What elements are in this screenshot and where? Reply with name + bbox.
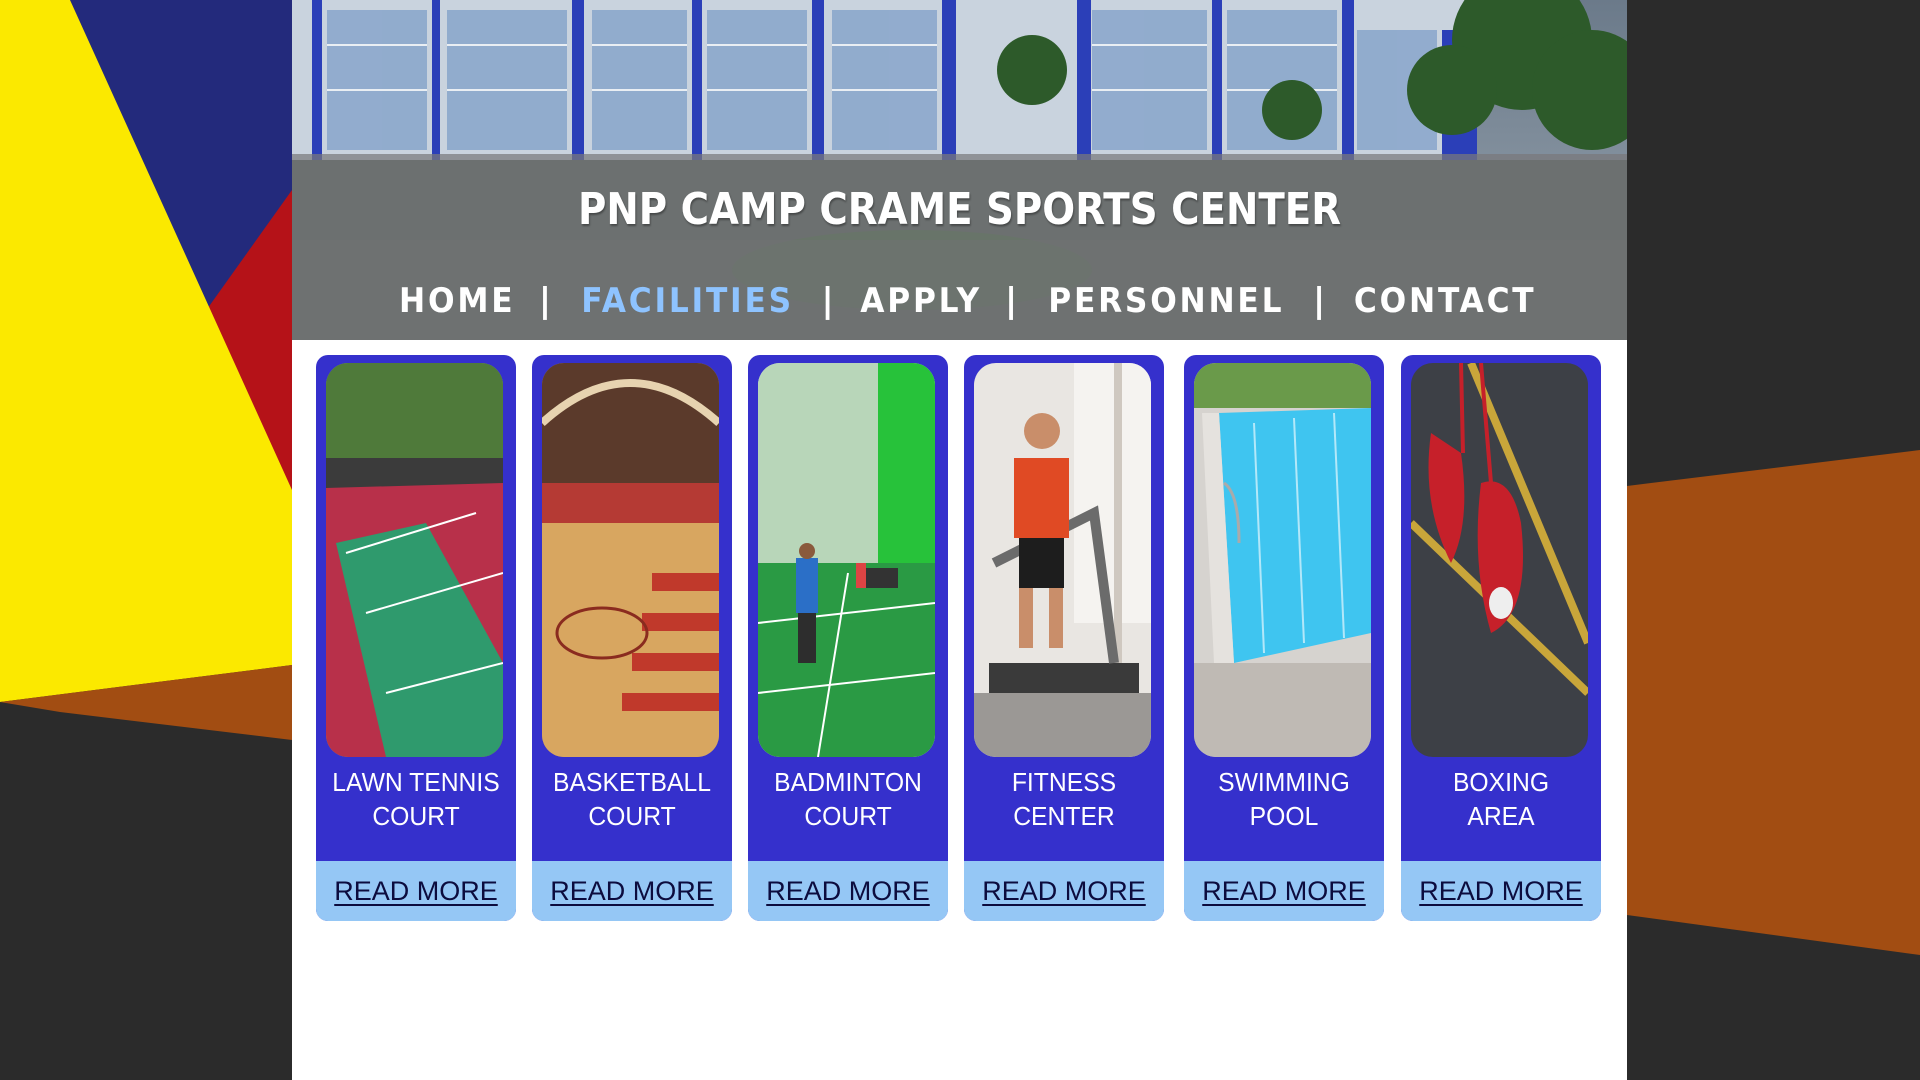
facility-name: FITNESS CENTER	[1011, 767, 1117, 831]
facility-name: SWIMMING POOL	[1218, 767, 1350, 831]
basketball-court-photo	[542, 363, 719, 757]
read-more-link[interactable]: READ MORE	[316, 861, 516, 921]
nav-apply[interactable]: APPLY	[860, 281, 982, 321]
site-title: PNP CAMP CRAME SPORTS CENTER	[577, 184, 1342, 235]
read-more-link[interactable]: READ MORE	[964, 861, 1164, 921]
nav-facilities[interactable]: FACILITIES	[581, 281, 794, 321]
nav-separator: |	[538, 281, 555, 321]
read-more-link[interactable]: READ MORE	[1184, 861, 1384, 921]
facility-card-boxing[interactable]: BOXING AREA READ MORE	[1401, 355, 1601, 921]
fitness-center-photo	[974, 363, 1151, 757]
nav-personnel[interactable]: PERSONNEL	[1049, 281, 1285, 321]
facility-name: BOXING AREA	[1452, 767, 1550, 831]
nav-separator: |	[1004, 281, 1021, 321]
nav-contact[interactable]: CONTACT	[1354, 281, 1536, 321]
read-more-link[interactable]: READ MORE	[1401, 861, 1601, 921]
facility-card-basketball[interactable]: BASKETBALL COURT READ MORE	[532, 355, 732, 921]
read-more-link[interactable]: READ MORE	[532, 861, 732, 921]
nav-home[interactable]: HOME	[399, 281, 515, 321]
nav-separator: |	[1312, 281, 1329, 321]
main-nav: HOME | FACILITIES | APPLY | PERSONNEL | …	[292, 281, 1627, 321]
swimming-pool-photo	[1194, 363, 1371, 757]
website-page: PNP CAMP CRAME SPORTS CENTER HOME | FACI…	[292, 0, 1627, 1080]
nav-separator: |	[821, 281, 837, 321]
facilities-grid: LAWN TENNIS COURT READ MORE BASKETBALL C…	[316, 355, 1606, 925]
facility-name: LAWN TENNIS COURT	[332, 767, 500, 831]
facility-card-swimming[interactable]: SWIMMING POOL READ MORE	[1184, 355, 1384, 921]
facility-card-lawn-tennis[interactable]: LAWN TENNIS COURT READ MORE	[316, 355, 516, 921]
facility-name: BASKETBALL COURT	[553, 767, 711, 831]
read-more-link[interactable]: READ MORE	[748, 861, 948, 921]
boxing-area-photo	[1411, 363, 1588, 757]
facility-card-badminton[interactable]: BADMINTON COURT READ MORE	[748, 355, 948, 921]
facility-card-fitness[interactable]: FITNESS CENTER READ MORE	[964, 355, 1164, 921]
facility-name: BADMINTON COURT	[774, 767, 922, 831]
hero-banner: PNP CAMP CRAME SPORTS CENTER HOME | FACI…	[292, 0, 1627, 340]
tennis-court-photo	[326, 363, 503, 757]
badminton-court-photo	[758, 363, 935, 757]
